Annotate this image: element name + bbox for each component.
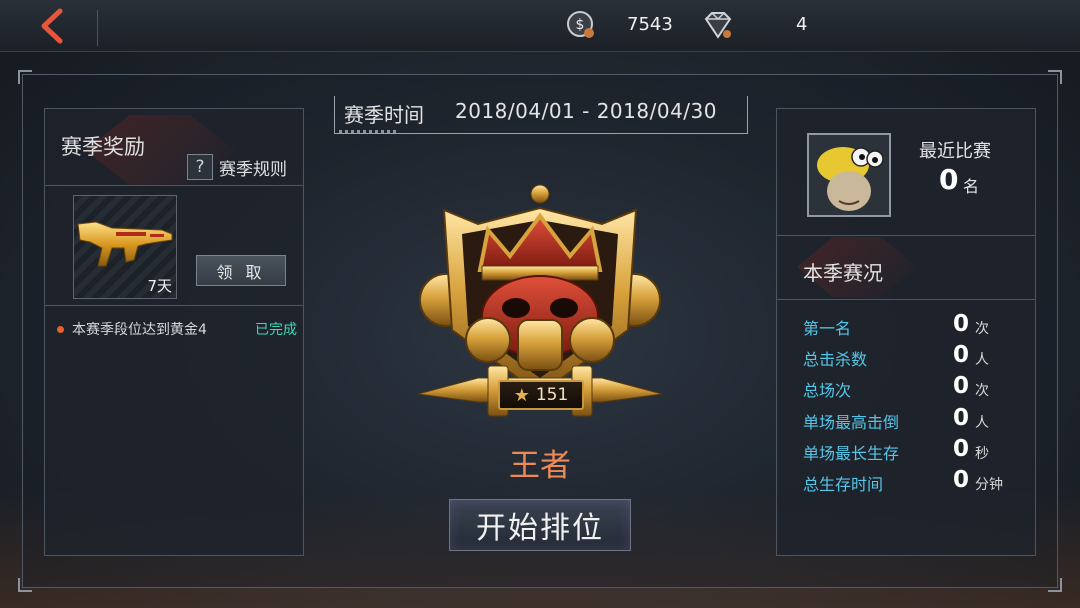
- divider: [45, 185, 303, 186]
- season-dates: 2018/04/01 - 2018/04/30: [455, 99, 717, 123]
- stats-title: 本季赛况: [803, 261, 883, 285]
- stat-value: 0: [953, 311, 970, 337]
- recent-match-rank: 0: [939, 163, 959, 196]
- divider: [777, 235, 1035, 236]
- stat-value: 0: [953, 436, 970, 462]
- season-stats-panel: 最近比赛 0 名 本季赛况 第一名 0 次 总击杀数 0 人 总场次 0 次 单…: [776, 108, 1036, 556]
- recent-match-unit: 名: [963, 177, 980, 196]
- question-icon: ?: [187, 154, 213, 180]
- season-label: 赛季时间: [344, 103, 424, 127]
- season-period: 赛季时间 2018/04/01 - 2018/04/30: [334, 96, 748, 134]
- rank-stars-count: 151: [535, 385, 569, 405]
- frame-corner: [1048, 578, 1062, 592]
- stat-row: 总击杀数 0 人: [803, 342, 1013, 370]
- stat-label: 单场最高击倒: [803, 413, 900, 432]
- stat-label: 第一名: [803, 319, 852, 338]
- rank-stars-plate: ★ 151: [498, 380, 584, 410]
- avatar-image: [809, 135, 889, 215]
- star-icon: ★: [513, 384, 530, 406]
- recent-match-title: 最近比赛: [919, 141, 991, 162]
- decorative-ticks: [339, 130, 399, 133]
- svg-text:$: $: [576, 17, 585, 33]
- gun-icon: [77, 221, 173, 267]
- stat-unit: 人: [975, 352, 989, 368]
- start-ranked-button[interactable]: 开始排位: [449, 499, 631, 551]
- frame-corner: [18, 578, 32, 592]
- stat-row: 单场最高击倒 0 人: [803, 405, 1013, 433]
- stat-value: 0: [953, 405, 970, 431]
- stat-value: 0: [953, 467, 970, 493]
- stat-label: 总击杀数: [803, 350, 868, 369]
- back-arrow-icon: [41, 8, 63, 44]
- stat-unit: 秒: [975, 446, 989, 462]
- reward-item-slot[interactable]: 7天: [73, 195, 177, 299]
- divider: [45, 305, 303, 306]
- stat-row: 总生存时间 0 分钟: [803, 467, 1013, 495]
- stat-label: 单场最长生存: [803, 444, 900, 463]
- claim-button[interactable]: 领 取: [196, 255, 286, 286]
- back-button[interactable]: [24, 6, 80, 46]
- stat-label: 总场次: [803, 381, 852, 400]
- top-bar: $ 7543 4: [0, 0, 1080, 52]
- coin-icon: $: [567, 11, 594, 38]
- task-status: 已完成: [255, 322, 297, 338]
- avatar[interactable]: [807, 133, 891, 217]
- stat-label: 总生存时间: [803, 475, 884, 494]
- stat-row: 第一名 0 次: [803, 311, 1013, 339]
- stat-unit: 次: [975, 321, 989, 337]
- task-text: 本赛季段位达到黄金4: [72, 322, 207, 338]
- divider: [777, 299, 1035, 300]
- frame-corner: [1048, 70, 1062, 84]
- stat-row: 单场最长生存 0 秒: [803, 436, 1013, 464]
- season-rules-label: 赛季规则: [219, 159, 287, 180]
- stat-value: 0: [953, 342, 970, 368]
- coin-count: 7543: [627, 14, 673, 35]
- season-rules-button[interactable]: ? 赛季规则: [187, 154, 287, 180]
- top-divider: [97, 10, 98, 46]
- stat-unit: 次: [975, 383, 989, 399]
- reward-duration: 7天: [147, 277, 172, 295]
- season-rewards-panel: 赛季奖励 ? 赛季规则 7天 领 取 本赛季段位达到黄金4 已完成: [44, 108, 304, 556]
- stat-value: 0: [953, 373, 970, 399]
- stat-row: 总场次 0 次: [803, 373, 1013, 401]
- rank-name: 王者: [509, 448, 571, 484]
- stat-unit: 分钟: [975, 477, 1003, 493]
- gem-icon: [704, 12, 732, 39]
- stat-unit: 人: [975, 415, 989, 431]
- frame-corner: [18, 70, 32, 84]
- bullet-icon: [57, 325, 64, 333]
- rewards-title: 赛季奖励: [61, 135, 145, 159]
- gem-count: 4: [796, 14, 808, 35]
- season-task: 本赛季段位达到黄金4 已完成: [57, 319, 297, 339]
